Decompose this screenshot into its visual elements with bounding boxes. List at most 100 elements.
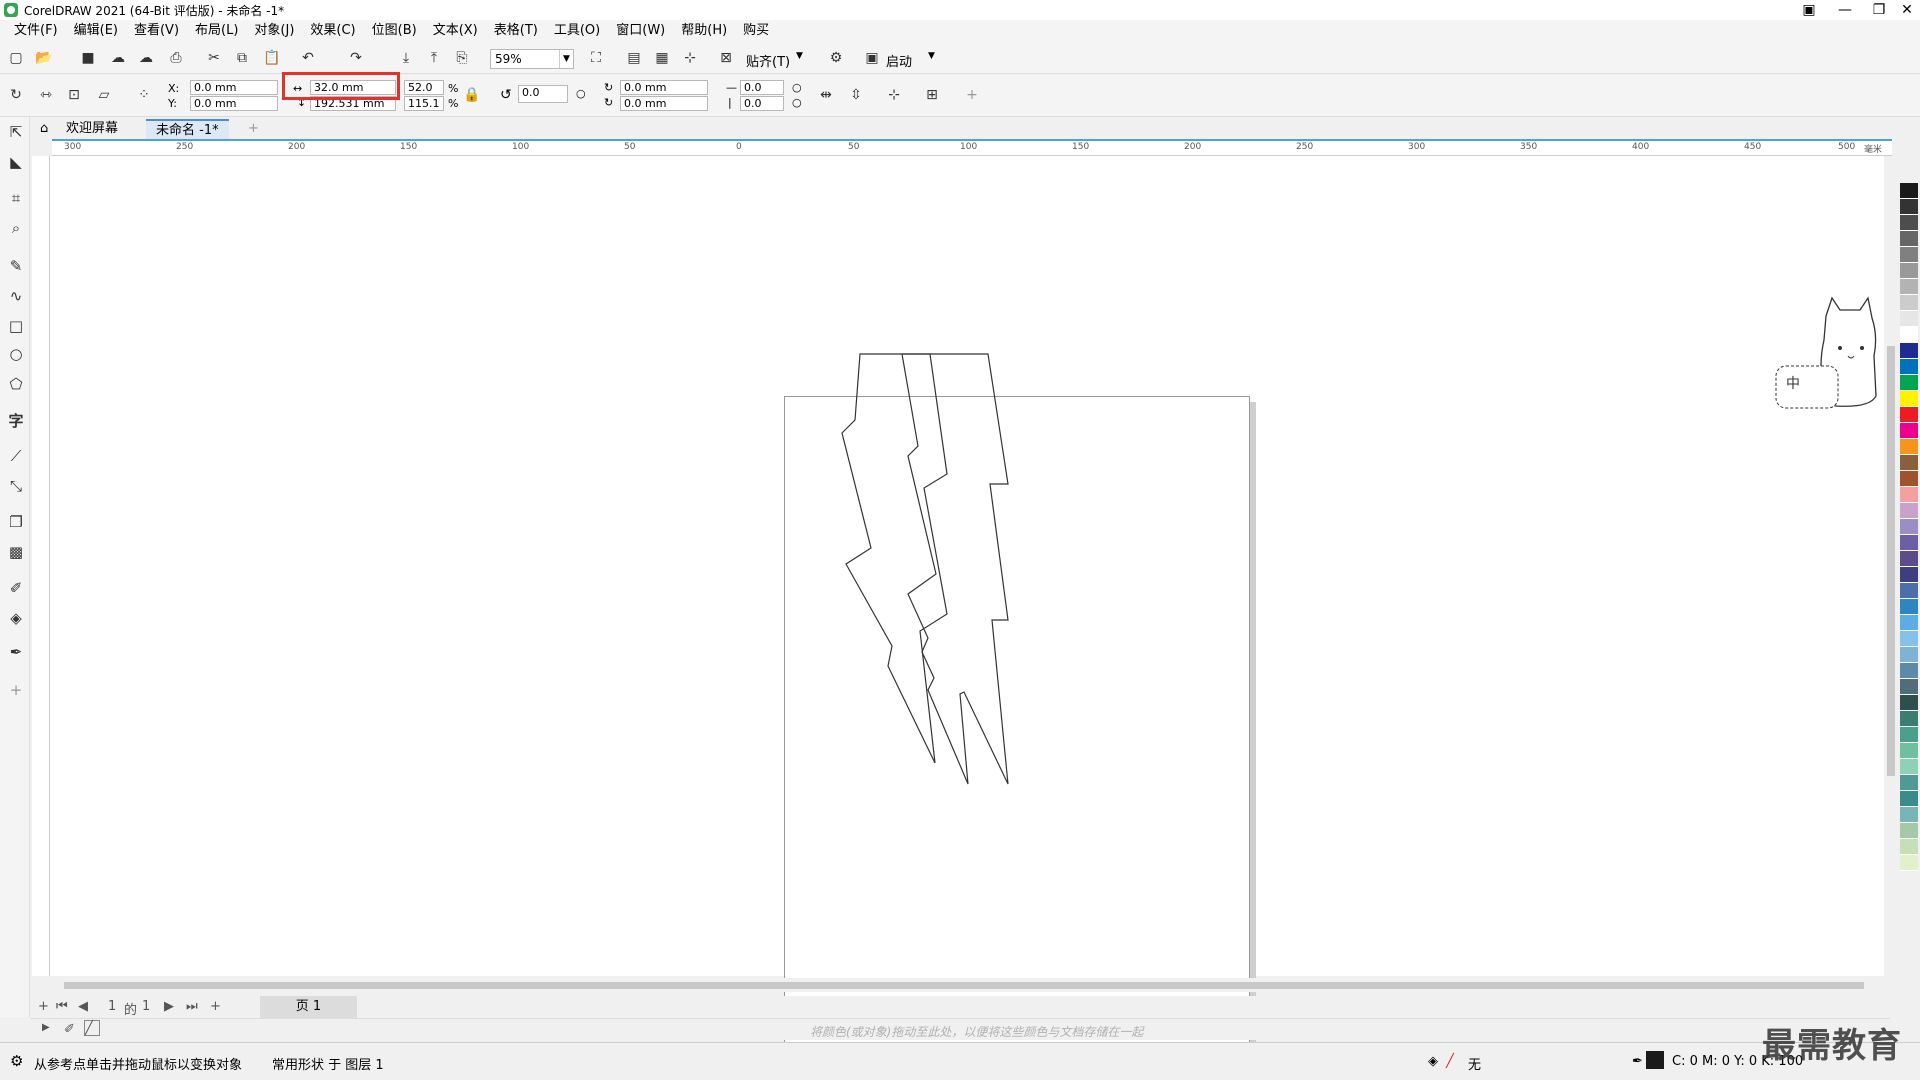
menu-buy[interactable]: 购买 xyxy=(735,20,777,42)
color-swatch[interactable] xyxy=(1900,679,1918,695)
color-swatch[interactable] xyxy=(1900,407,1918,423)
curve-tool-icon[interactable]: ∿ xyxy=(5,285,27,307)
color-swatch[interactable] xyxy=(1900,599,1918,615)
color-swatch[interactable] xyxy=(1900,247,1918,263)
color-swatch[interactable] xyxy=(1900,183,1918,199)
scale-width-field[interactable]: 52.0 xyxy=(404,80,444,95)
pick-tool-icon[interactable]: ⇱ xyxy=(5,121,27,143)
add-page-after-icon[interactable]: + xyxy=(210,999,221,1014)
restore-panel-icon[interactable]: ▣ xyxy=(1794,0,1824,20)
menu-text[interactable]: 文本(X) xyxy=(425,20,486,42)
fill-tool-icon[interactable]: ◈ xyxy=(5,607,27,629)
add-icon[interactable]: + xyxy=(962,85,982,105)
minimize-button[interactable]: — xyxy=(1830,0,1860,20)
color-swatch[interactable] xyxy=(1900,359,1918,375)
shape-tool-icon[interactable]: ◣ xyxy=(5,151,27,173)
new-tab-icon[interactable]: + xyxy=(238,119,269,139)
copy-icon[interactable]: ⧉ xyxy=(232,48,252,68)
tab-document[interactable]: 未命名 -1* xyxy=(146,119,229,139)
color-swatch[interactable] xyxy=(1900,759,1918,775)
close-button[interactable]: ✕ xyxy=(1892,0,1920,20)
center-x-field[interactable]: 0.0 mm xyxy=(620,80,708,95)
import-icon[interactable]: ⤓ xyxy=(396,48,416,68)
color-swatch[interactable] xyxy=(1900,551,1918,567)
freehand-tool-icon[interactable]: ✎ xyxy=(5,255,27,277)
show-grid-icon[interactable]: ▦ xyxy=(652,48,672,68)
menu-help[interactable]: 帮助(H) xyxy=(673,20,735,42)
color-swatch[interactable] xyxy=(1900,231,1918,247)
color-swatch[interactable] xyxy=(1900,615,1918,631)
color-swatch[interactable] xyxy=(1900,503,1918,519)
chevron-down-icon[interactable]: ▼ xyxy=(928,51,935,61)
color-swatch[interactable] xyxy=(1900,279,1918,295)
color-swatch[interactable] xyxy=(1900,791,1918,807)
y-position-field[interactable]: 0.0 mm xyxy=(190,96,278,111)
color-swatch[interactable] xyxy=(1900,471,1918,487)
color-swatch[interactable] xyxy=(1900,215,1918,231)
color-swatch[interactable] xyxy=(1900,391,1918,407)
menu-file[interactable]: 文件(F) xyxy=(6,20,66,42)
menu-window[interactable]: 窗口(W) xyxy=(608,20,673,42)
text-tool-icon[interactable]: 字 xyxy=(5,409,27,431)
transparency-tool-icon[interactable]: ▩ xyxy=(5,541,27,563)
color-swatch[interactable] xyxy=(1900,455,1918,471)
undo-icon[interactable]: ↶ xyxy=(298,48,318,68)
prev-page-icon[interactable]: ◀ xyxy=(78,999,88,1014)
last-page-icon[interactable]: ⏭ xyxy=(186,999,198,1014)
no-color-swatch-icon[interactable]: ╱ xyxy=(84,1020,100,1036)
add-frame-icon[interactable]: ⊞ xyxy=(922,85,942,105)
show-guidelines-icon[interactable]: ⊹ xyxy=(680,48,700,68)
cloud-download-icon[interactable]: ☁ xyxy=(108,48,128,68)
crop-tool-icon[interactable]: ⌗ xyxy=(5,187,27,209)
connector-tool-icon[interactable]: ⤡ xyxy=(5,475,27,497)
color-swatch[interactable] xyxy=(1900,839,1918,855)
color-swatch[interactable] xyxy=(1900,583,1918,599)
chevron-down-icon[interactable]: ▼ xyxy=(559,50,573,68)
fill-bucket-icon[interactable]: ◈ xyxy=(1428,1054,1438,1069)
open-folder-icon[interactable]: 📂 xyxy=(34,48,54,68)
reference-point-icon[interactable]: ⁘ xyxy=(134,85,154,105)
input-method-widget[interactable]: 中 xyxy=(1774,296,1884,414)
pdf-export-icon[interactable]: ⎘ xyxy=(452,48,472,68)
mirror-icon[interactable]: ⇿ xyxy=(36,85,56,105)
color-swatch[interactable] xyxy=(1900,823,1918,839)
horizontal-ruler[interactable]: 300 250 200 150 100 50 0 50 100 150 200 … xyxy=(52,139,1892,156)
menu-bitmaps[interactable]: 位图(B) xyxy=(364,20,425,42)
skew-icon[interactable]: ▱ xyxy=(94,85,114,105)
show-rulers-icon[interactable]: ▤ xyxy=(624,48,644,68)
outline-pen-tool-icon[interactable]: ✒ xyxy=(5,641,27,663)
rectangle-tool-icon[interactable]: □ xyxy=(5,315,27,337)
cut-icon[interactable]: ✂ xyxy=(204,48,224,68)
rotation-field[interactable]: 0.0 xyxy=(518,85,568,103)
page-tab-1[interactable]: 页 1 xyxy=(260,996,357,1018)
full-screen-icon[interactable]: ⛶ xyxy=(586,48,606,68)
export-icon[interactable]: ⤒ xyxy=(424,48,444,68)
add-tool-icon[interactable]: + xyxy=(5,679,27,701)
color-swatch[interactable] xyxy=(1900,567,1918,583)
menu-tools[interactable]: 工具(O) xyxy=(546,20,608,42)
outline-pen-icon[interactable]: ✒ xyxy=(1632,1054,1643,1069)
options-gear-icon[interactable]: ⚙ xyxy=(826,48,846,68)
color-swatch[interactable] xyxy=(1900,199,1918,215)
scale-height-field[interactable]: 115.1 xyxy=(404,96,444,111)
save-icon[interactable]: ■ xyxy=(78,48,98,68)
expand-palette-icon[interactable]: ▶ xyxy=(42,1022,50,1033)
settings-gear-icon[interactable]: ⚙ xyxy=(10,1052,23,1070)
ellipse-tool-icon[interactable]: ○ xyxy=(5,343,27,365)
outline-field-2[interactable]: 0.0 xyxy=(740,96,784,111)
color-palette[interactable] xyxy=(1900,183,1918,998)
menu-table[interactable]: 表格(T) xyxy=(486,20,546,42)
tab-welcome-screen[interactable]: 欢迎屏幕 xyxy=(56,119,128,139)
center-y-field[interactable]: 0.0 mm xyxy=(620,96,708,111)
color-swatch[interactable] xyxy=(1900,695,1918,711)
horizontal-scrollbar[interactable] xyxy=(52,978,1884,992)
drawing-canvas[interactable]: 中 xyxy=(50,156,1886,1055)
rotate-icon[interactable]: ↻ xyxy=(6,85,26,105)
paste-icon[interactable]: 📋 xyxy=(262,48,282,68)
parallel-dimension-tool-icon[interactable]: ⟋ xyxy=(5,445,27,467)
color-swatch[interactable] xyxy=(1900,375,1918,391)
color-swatch[interactable] xyxy=(1900,519,1918,535)
zoom-level-select[interactable]: 59% ▼ xyxy=(490,49,574,69)
eyedropper-tool-icon[interactable]: ✐ xyxy=(5,577,27,599)
snap-to-dropdown[interactable]: 贴齐(T) xyxy=(746,51,790,70)
